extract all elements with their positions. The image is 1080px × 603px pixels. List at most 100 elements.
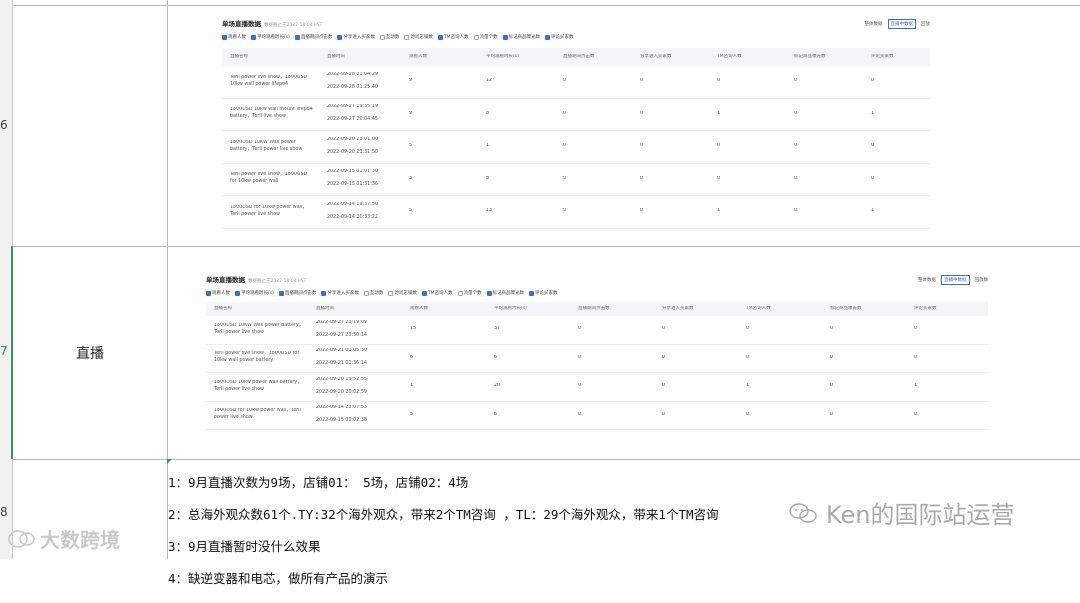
column-header[interactable]: 直播名称 bbox=[206, 306, 316, 313]
column-header[interactable]: 评论买家数 bbox=[871, 54, 930, 61]
table-row[interactable]: Terli power live show，1800USD for 10kw w… bbox=[206, 345, 988, 373]
tab-0[interactable]: 整体数据 bbox=[863, 20, 885, 28]
metric-value: 0 bbox=[640, 208, 644, 214]
panel-title: 单场直播数据 数据截止于2022-10-04 PST bbox=[222, 20, 323, 28]
checkbox-icon[interactable] bbox=[545, 34, 550, 40]
metric-value: 0 bbox=[830, 354, 834, 360]
column-header[interactable]: 标记商品曝光数 bbox=[794, 54, 871, 61]
column-header[interactable]: 直播期间点击数 bbox=[563, 54, 640, 61]
note-line: 2：总海外观众数61个.TY:32个海外观众，带来2个TM咨询 ，TL：29个海… bbox=[168, 507, 719, 522]
metric-checkbox[interactable]: 流量个数 bbox=[457, 290, 482, 296]
checkbox-icon[interactable] bbox=[473, 34, 479, 40]
watermark-left: 大数跨境 bbox=[6, 524, 120, 553]
column-header[interactable]: 标记商品曝光数 bbox=[830, 306, 914, 313]
row-number-6[interactable]: 6 bbox=[0, 118, 12, 132]
live-time: 2022-09-14 19:37:50 2022-09-14 20:33:22 bbox=[327, 201, 378, 220]
metric-value: 12 bbox=[486, 78, 493, 84]
column-header[interactable]: 评论买家数 bbox=[914, 306, 984, 313]
tab-0[interactable]: 整体数据 bbox=[916, 276, 938, 284]
tab-2[interactable]: 回放数 bbox=[973, 276, 991, 284]
metric-value: 0 bbox=[662, 383, 666, 389]
note-line: 3：9月直播暂时没什么效果 bbox=[168, 539, 321, 554]
metric-value: 0 bbox=[717, 175, 721, 181]
category-cell[interactable]: 直播 bbox=[13, 246, 167, 459]
column-header[interactable]: 直播时间 bbox=[327, 54, 409, 61]
tab-1[interactable]: 直播中数据 bbox=[941, 275, 970, 285]
row-number-8[interactable]: 8 bbox=[0, 505, 12, 519]
checkbox-icon[interactable] bbox=[529, 290, 534, 296]
column-header[interactable]: TM咨询人数 bbox=[717, 54, 794, 61]
checkbox-icon[interactable] bbox=[363, 290, 369, 296]
checkbox-icon[interactable] bbox=[379, 34, 385, 40]
metric-value: 1 bbox=[410, 383, 414, 389]
column-header[interactable]: 直播期间点击数 bbox=[578, 306, 662, 313]
checkbox-icon[interactable] bbox=[294, 34, 300, 40]
checkbox-icon[interactable] bbox=[278, 290, 284, 296]
metric-checkbox[interactable]: 直播期间点击数 bbox=[294, 34, 332, 40]
table-row[interactable]: Terli power live show，1800USD for 10kw p… bbox=[222, 164, 930, 196]
table-row[interactable]: 1800USD 10kw power wall battery，Terli po… bbox=[206, 373, 988, 402]
checkbox-icon[interactable] bbox=[222, 34, 227, 40]
tab-2[interactable]: 回放 bbox=[919, 20, 932, 28]
metric-value: 0 bbox=[830, 326, 834, 332]
metric-checkbox[interactable]: 直播期间点击数 bbox=[278, 290, 316, 296]
metric-checkbox[interactable]: 分享进入买家数 bbox=[321, 290, 359, 296]
row-number-7[interactable]: 7 bbox=[0, 344, 12, 358]
column-header[interactable]: 分享进入买家数 bbox=[640, 54, 717, 61]
checkbox-icon[interactable] bbox=[502, 34, 508, 40]
table-row[interactable]: 1800USD for 10kw power wall，Terli power … bbox=[222, 196, 930, 229]
metric-checkbox[interactable]: 流量个数 bbox=[473, 34, 498, 40]
column-header[interactable]: TM咨询人数 bbox=[746, 306, 830, 313]
table-row[interactable]: 1800USD for 10kw power wall，Terli power … bbox=[206, 402, 988, 430]
metric-checkbox[interactable]: 互动数 bbox=[379, 34, 399, 40]
live-name: 1800USD for 10kw power wall，Terli power … bbox=[230, 204, 308, 217]
metric-checkbox[interactable]: TM咨询人数 bbox=[437, 34, 469, 40]
column-header[interactable]: 直播时间 bbox=[316, 306, 410, 313]
checkbox-icon[interactable] bbox=[404, 34, 410, 40]
metric-checkbox[interactable]: 访问店铺数 bbox=[404, 34, 433, 40]
checkbox-icon[interactable] bbox=[437, 34, 443, 40]
column-header[interactable]: 观看人数 bbox=[410, 306, 494, 313]
metric-value: 1 bbox=[871, 208, 875, 214]
metric-checkbox[interactable]: 观看人数 bbox=[206, 290, 230, 296]
live-time: 2022-09-21 01:05:30 2022-09-21 01:36:14 bbox=[316, 348, 367, 367]
checkbox-icon[interactable] bbox=[457, 290, 463, 296]
checkbox-icon[interactable] bbox=[206, 290, 211, 296]
metric-value: 0 bbox=[662, 411, 666, 417]
column-header[interactable]: 观看人数 bbox=[409, 54, 486, 61]
metric-checkbox[interactable]: TM咨询人数 bbox=[421, 290, 453, 296]
checkbox-icon[interactable] bbox=[321, 290, 327, 296]
metric-checkbox[interactable]: 访问店铺数 bbox=[388, 290, 417, 296]
checkbox-icon[interactable] bbox=[421, 290, 427, 296]
column-header[interactable]: 直播名称 bbox=[222, 54, 327, 61]
table-row[interactable]: 1800USD 10KW Wall power battery，Terli po… bbox=[206, 316, 988, 345]
metric-checkbox[interactable]: 平均观看时长(s) bbox=[235, 290, 274, 296]
column-header[interactable]: 分享进入买家数 bbox=[662, 306, 746, 313]
checkbox-icon[interactable] bbox=[337, 34, 343, 40]
panel-subtitle: 数据截止于2022-10-04 PST bbox=[248, 279, 307, 284]
checkbox-icon[interactable] bbox=[251, 34, 256, 40]
metric-checkbox[interactable]: 标记商品曝光数 bbox=[502, 34, 540, 40]
checkbox-icon[interactable] bbox=[235, 290, 240, 296]
table-row[interactable]: Terli power live show，1800USD 10kw wall … bbox=[222, 66, 930, 99]
live-data-panel-1: 单场直播数据 数据截止于2022-10-04 PST 整体数据 直播中数据 回放观看人数… bbox=[218, 14, 934, 234]
checkbox-icon[interactable] bbox=[486, 290, 492, 296]
live-time: 2022-09-20 23:01:00 2022-09-20 23:31:50 bbox=[327, 136, 378, 155]
metric-checkbox[interactable]: 观看人数 bbox=[222, 34, 246, 40]
table-row[interactable]: 1800USD 10kw wall mount lifepo4 battery，… bbox=[222, 99, 930, 131]
metric-checkbox[interactable]: 互动数 bbox=[363, 290, 383, 296]
checkbox-icon[interactable] bbox=[388, 290, 394, 296]
metric-value: 0 bbox=[640, 110, 644, 116]
tab-1[interactable]: 直播中数据 bbox=[887, 19, 916, 29]
metric-value: 0 bbox=[578, 326, 582, 332]
metric-checkbox[interactable]: 评论买家数 bbox=[529, 290, 558, 296]
metric-checkbox[interactable]: 平均观看时长(s) bbox=[251, 34, 290, 40]
notes-cell[interactable]: 1：9月直播次数为9场，店铺01： 5场，店铺02：4场 2：总海外观众数61个… bbox=[168, 459, 719, 603]
metric-checkbox[interactable]: 评论买家数 bbox=[545, 34, 574, 40]
metric-checkbox[interactable]: 分享进入买家数 bbox=[337, 34, 375, 40]
table-row[interactable]: 1800USD 10KW Wall power battery，Terli po… bbox=[222, 131, 930, 164]
column-header[interactable]: 平均观看时长(s) bbox=[486, 54, 563, 61]
metric-checkbox[interactable]: 标记商品曝光数 bbox=[486, 290, 524, 296]
metric-value: 1 bbox=[717, 208, 721, 214]
column-header[interactable]: 平均观看时长(s) bbox=[494, 306, 578, 313]
